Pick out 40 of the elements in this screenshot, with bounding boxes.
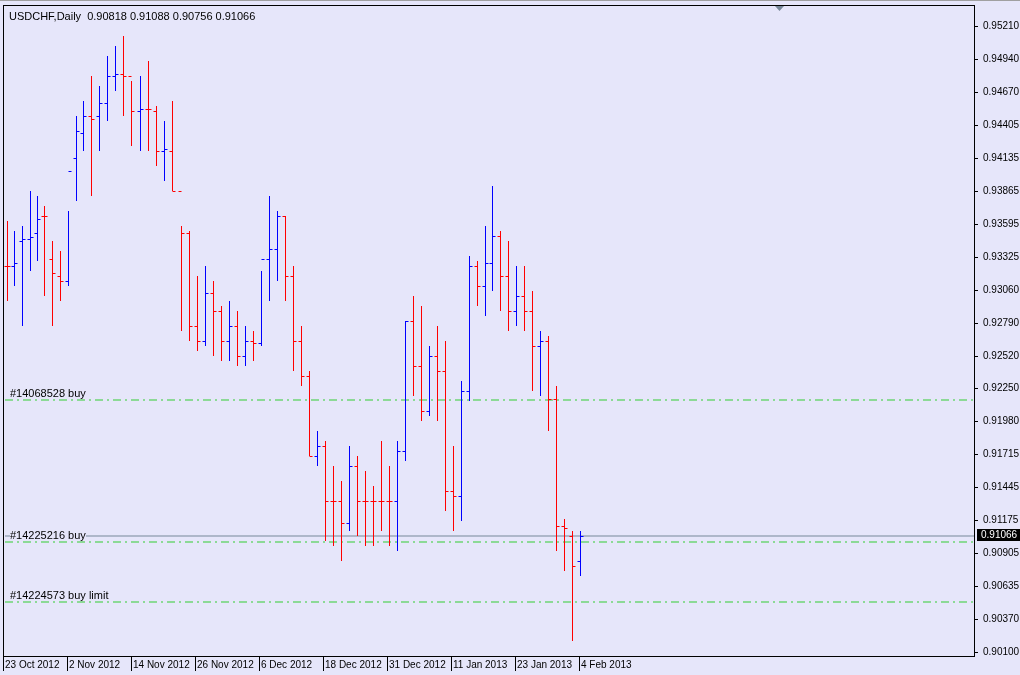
price-tick-label: 0.90635	[983, 580, 1020, 592]
date-tick-label: 11 Jan 2013	[451, 657, 515, 671]
date-tick-label: 4 Feb 2013	[579, 657, 643, 671]
price-tick-label: 0.90100	[983, 646, 1020, 658]
order-label: #14068528 buy	[10, 387, 86, 399]
price-tick-label: 0.93595	[983, 218, 1020, 230]
price-tick-label: 0.93325	[983, 251, 1020, 263]
date-tick-label: 2 Nov 2012	[67, 657, 131, 671]
order-label: #14224573 buy limit	[10, 589, 109, 601]
price-tick-label: 0.94670	[983, 86, 1020, 98]
price-tick-label: 0.93865	[983, 185, 1020, 197]
date-tick-label: 31 Dec 2012	[387, 657, 451, 671]
price-tick-label: 0.94405	[983, 119, 1020, 131]
price-tick-label: 0.92790	[983, 317, 1020, 329]
price-tick-label: 0.94940	[983, 53, 1020, 65]
current-price-label: 0.91066	[977, 529, 1020, 541]
order-line[interactable]	[4, 601, 974, 603]
price-tick-label: 0.90370	[983, 613, 1020, 625]
price-tick-label: 0.91980	[983, 415, 1020, 427]
chart-symbol-title: USDCHF,Daily	[9, 10, 82, 23]
price-tick-label: 0.91715	[983, 448, 1020, 460]
price-tick-label: 0.91445	[983, 481, 1020, 493]
order-label: #14225216 buy	[10, 529, 86, 541]
date-tick-label: 18 Dec 2012	[323, 657, 387, 671]
date-tick-label: 26 Nov 2012	[195, 657, 259, 671]
price-tick-label: 0.93060	[983, 284, 1020, 296]
price-tick-label: 0.91175	[983, 514, 1019, 526]
order-line[interactable]	[4, 541, 974, 543]
date-tick-label: 23 Jan 2013	[515, 657, 579, 671]
price-tick-label: 0.92520	[983, 350, 1020, 362]
price-tick-label: 0.92250	[983, 382, 1020, 394]
date-tick-label: 23 Oct 2012	[3, 657, 67, 671]
price-tick-label: 0.95210	[983, 20, 1020, 32]
price-tick-label: 0.94135	[983, 152, 1020, 164]
ohlc-quotes: 0.90818 0.91088 0.90756 0.91066	[87, 10, 256, 23]
date-tick-label: 14 Nov 2012	[131, 657, 195, 671]
order-line[interactable]	[4, 399, 974, 401]
chart-shift-marker-icon[interactable]	[775, 6, 784, 11]
price-tick-label: 0.90905	[983, 547, 1020, 559]
date-tick-label: 6 Dec 2012	[259, 657, 323, 671]
